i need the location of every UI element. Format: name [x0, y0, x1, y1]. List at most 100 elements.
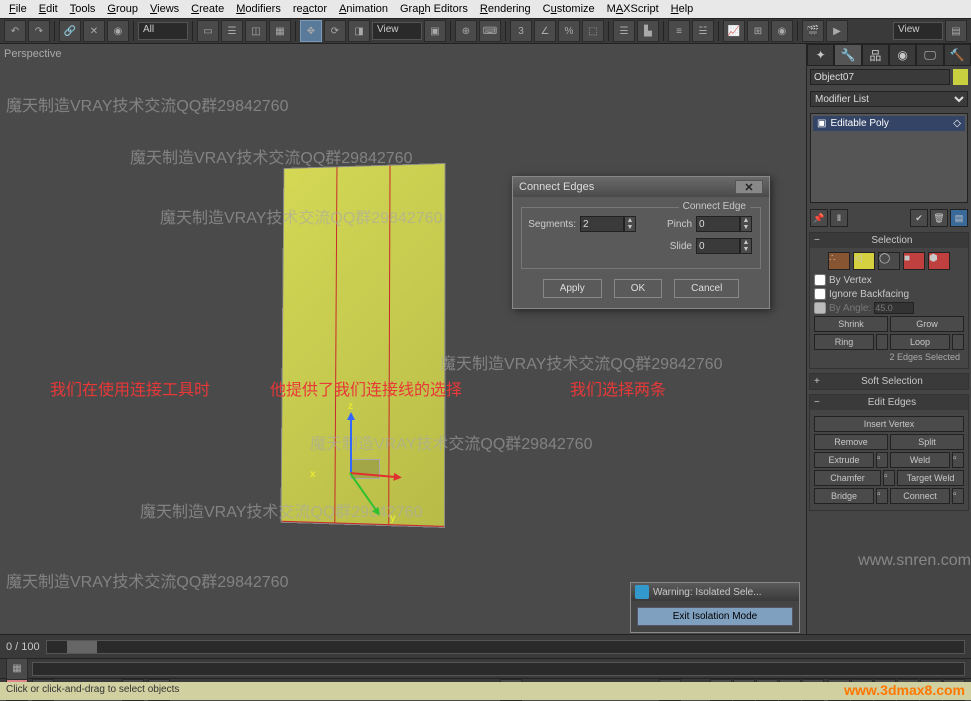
configure-button[interactable]: ▤ — [950, 209, 968, 227]
menu-views[interactable]: Views — [145, 2, 184, 16]
layers-button[interactable]: ☱ — [692, 20, 714, 42]
apply-button[interactable]: Apply — [543, 279, 602, 298]
named-selection-button[interactable]: ☰ — [613, 20, 635, 42]
show-end-result-button[interactable]: Ⅱ — [830, 209, 848, 227]
menu-help[interactable]: Help — [666, 2, 699, 16]
spinner-snap-button[interactable]: ⬚ — [582, 20, 604, 42]
vertex-subobject[interactable]: ∴ — [828, 252, 850, 270]
stack-item-editable-poly[interactable]: ▣ Editable Poly ◇ — [813, 116, 965, 131]
menu-file[interactable]: File — [4, 2, 32, 16]
menu-edit[interactable]: Edit — [34, 2, 63, 16]
select-name-button[interactable]: ☰ — [221, 20, 243, 42]
render-scene-button[interactable]: 🎬 — [802, 20, 824, 42]
display-tab[interactable]: 🖵 — [916, 44, 943, 66]
hierarchy-tab[interactable]: 品 — [862, 44, 889, 66]
ok-button[interactable]: OK — [614, 279, 662, 298]
filter-dropdown[interactable]: All — [138, 22, 188, 40]
weld-settings[interactable]: ▫ — [952, 452, 964, 468]
target-weld-button[interactable]: Target Weld — [897, 470, 964, 486]
menu-create[interactable]: Create — [186, 2, 229, 16]
spinner-up-icon[interactable]: ▲▼ — [740, 238, 752, 254]
make-unique-button[interactable]: ✔ — [910, 209, 928, 227]
edit-edges-rollout-header[interactable]: −Edit Edges — [810, 395, 968, 410]
motion-tab[interactable]: ◉ — [889, 44, 916, 66]
bind-button[interactable]: ◉ — [107, 20, 129, 42]
insert-vertex-button[interactable]: Insert Vertex — [814, 416, 964, 432]
modifier-stack[interactable]: ▣ Editable Poly ◇ — [810, 113, 968, 203]
menu-group[interactable]: Group — [102, 2, 143, 16]
curve-editor-button[interactable]: 📈 — [723, 20, 745, 42]
select-button[interactable]: ▭ — [197, 20, 219, 42]
edge-subobject[interactable]: ◁ — [853, 252, 875, 270]
render-button[interactable]: ▶ — [826, 20, 848, 42]
loop-button[interactable]: Loop — [890, 334, 950, 350]
modifier-list-dropdown[interactable]: Modifier List — [810, 91, 968, 107]
element-subobject[interactable]: ⬢ — [928, 252, 950, 270]
rotate-button[interactable]: ⟳ — [324, 20, 346, 42]
shrink-button[interactable]: Shrink — [814, 316, 888, 332]
border-subobject[interactable]: ◯ — [878, 252, 900, 270]
menu-rendering[interactable]: Rendering — [475, 2, 536, 16]
grow-button[interactable]: Grow — [890, 316, 964, 332]
viewport[interactable]: Perspective z x y 魔天制造VRAY技术交流QQ群2984276… — [0, 44, 806, 634]
connect-button[interactable]: Connect — [890, 488, 950, 504]
trackbar-toggle[interactable]: ▦ — [6, 658, 28, 680]
time-slider[interactable] — [46, 640, 965, 654]
ignore-backfacing-checkbox[interactable] — [814, 288, 826, 300]
by-vertex-checkbox[interactable] — [814, 274, 826, 286]
bridge-button[interactable]: Bridge — [814, 488, 874, 504]
remove-button[interactable]: Remove — [814, 434, 888, 450]
view-dropdown-2[interactable]: View — [893, 22, 943, 40]
bridge-settings[interactable]: ▫ — [876, 488, 888, 504]
exit-isolation-button[interactable]: Exit Isolation Mode — [637, 607, 793, 626]
menu-grapheditors[interactable]: Graph Editors — [395, 2, 473, 16]
chamfer-button[interactable]: Chamfer — [814, 470, 881, 486]
select-region-button[interactable]: ◫ — [245, 20, 267, 42]
extrude-settings[interactable]: ▫ — [876, 452, 888, 468]
link-button[interactable]: 🔗 — [59, 20, 81, 42]
pivot-button[interactable]: ▣ — [424, 20, 446, 42]
refcoord-dropdown[interactable]: View — [372, 22, 422, 40]
soft-selection-rollout-header[interactable]: +Soft Selection — [810, 374, 968, 389]
connect-settings[interactable]: ▫ — [952, 488, 964, 504]
split-button[interactable]: Split — [890, 434, 964, 450]
chamfer-settings[interactable]: ▫ — [883, 470, 895, 486]
menu-modifiers[interactable]: Modifiers — [231, 2, 286, 16]
pin-stack-button[interactable]: 📌 — [810, 209, 828, 227]
undo-button[interactable]: ↶ — [4, 20, 26, 42]
expand-icon[interactable]: ▣ — [817, 118, 826, 129]
cancel-button[interactable]: Cancel — [674, 279, 739, 298]
menu-maxscript[interactable]: MAXScript — [602, 2, 664, 16]
selection-rollout-header[interactable]: −Selection — [810, 233, 968, 248]
move-button[interactable]: ✥ — [300, 20, 322, 42]
pinch-input[interactable] — [696, 216, 740, 232]
schematic-button[interactable]: ⊞ — [747, 20, 769, 42]
modify-tab[interactable]: 🔧 — [834, 44, 861, 66]
menu-tools[interactable]: Tools — [65, 2, 101, 16]
scale-button[interactable]: ◨ — [348, 20, 370, 42]
utilities-tab[interactable]: 🔨 — [944, 44, 971, 66]
mirror-button[interactable]: ▙ — [637, 20, 659, 42]
angle-snap-button[interactable]: ∠ — [534, 20, 556, 42]
snap-button[interactable]: 3 — [510, 20, 532, 42]
spinner-up-icon[interactable]: ▲▼ — [740, 216, 752, 232]
spinner-up-icon[interactable]: ▲▼ — [624, 216, 636, 232]
align-button[interactable]: ≡ — [668, 20, 690, 42]
ring-button[interactable]: Ring — [814, 334, 874, 350]
remove-modifier-button[interactable]: 🗑 — [930, 209, 948, 227]
object-name-input[interactable] — [810, 69, 950, 85]
menu-customize[interactable]: Customize — [538, 2, 600, 16]
create-tab[interactable]: ✦ — [807, 44, 834, 66]
polygon-subobject[interactable]: ■ — [903, 252, 925, 270]
view-icon[interactable]: ▤ — [945, 20, 967, 42]
ring-spinner[interactable] — [876, 334, 888, 350]
extrude-button[interactable]: Extrude — [814, 452, 874, 468]
weld-button[interactable]: Weld — [890, 452, 950, 468]
close-button[interactable]: ✕ — [735, 180, 763, 194]
slide-input[interactable] — [696, 238, 740, 254]
window-crossing-button[interactable]: ▦ — [269, 20, 291, 42]
color-swatch[interactable] — [953, 69, 968, 85]
keyboard-button[interactable]: ⌨ — [479, 20, 501, 42]
menu-animation[interactable]: Animation — [334, 2, 393, 16]
manipulate-button[interactable]: ⊕ — [455, 20, 477, 42]
